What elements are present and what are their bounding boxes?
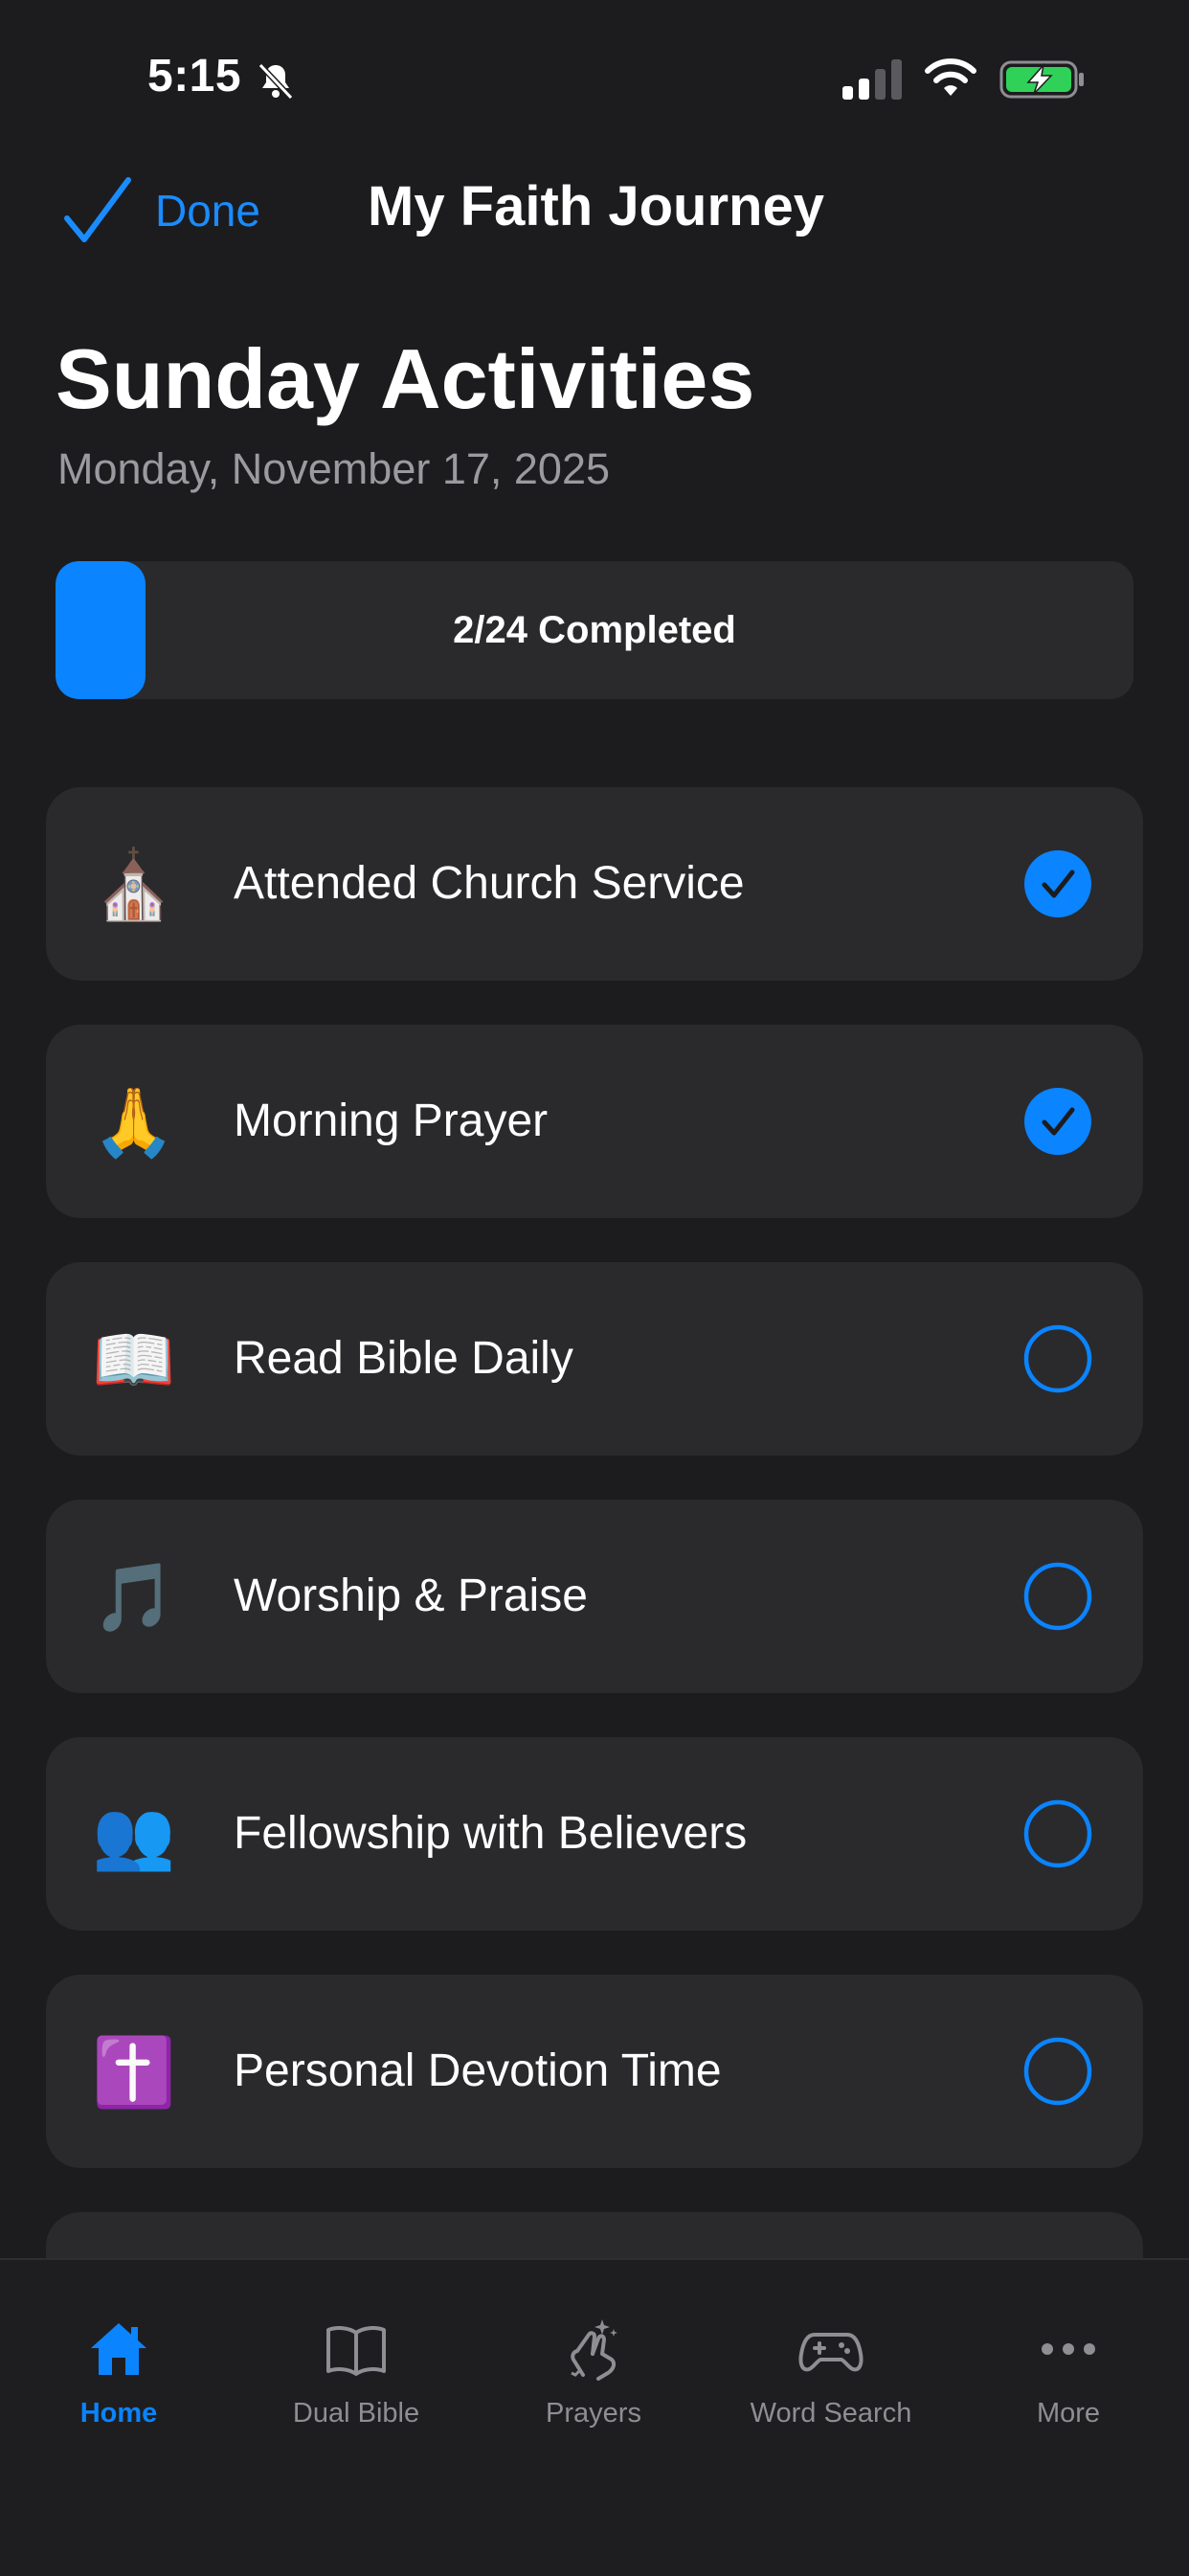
cross-icon: ✝️ [92, 2033, 176, 2112]
activity-row[interactable]: 🎵 Worship & Praise [46, 1500, 1143, 1693]
tab-word-search[interactable]: Word Search [712, 2316, 950, 2440]
wifi-icon [925, 58, 976, 96]
praying-hands-icon: 🙏 [92, 1083, 176, 1162]
activity-row[interactable]: ✝️ Personal Devotion Time [46, 1975, 1143, 2168]
status-bar: 5:15 [0, 0, 1189, 153]
bell-slash-icon [258, 62, 294, 101]
unchecked-checkbox-icon[interactable] [1022, 1323, 1093, 1394]
house-icon [91, 2323, 146, 2375]
checked-checkbox-icon[interactable] [1022, 848, 1093, 919]
progress-label: 2/24 Completed [453, 609, 736, 651]
tab-label: More [1036, 2398, 1101, 2429]
activity-row[interactable]: 🙏 Morning Prayer [46, 1025, 1143, 1218]
unchecked-checkbox-icon[interactable] [1022, 1561, 1093, 1632]
checkmark-icon [64, 177, 131, 242]
activity-label: Morning Prayer [234, 1096, 549, 1146]
book-icon [326, 2326, 386, 2376]
unchecked-checkbox-icon[interactable] [1022, 2036, 1093, 2107]
gamepad-icon [798, 2333, 864, 2372]
ellipsis-icon [1042, 2343, 1095, 2355]
tab-bar: Home Dual Bible Prayers Word Search More [0, 2258, 1189, 2576]
done-label: Done [155, 186, 260, 236]
tab-more[interactable]: More [950, 2316, 1187, 2440]
activity-label: Personal Devotion Time [234, 2045, 722, 2096]
tab-label: Dual Bible [292, 2398, 420, 2429]
activity-list: ⛪ Attended Church Service 🙏 Morning Pray… [46, 787, 1143, 2212]
cellular-signal-icon [842, 59, 902, 100]
tab-home[interactable]: Home [0, 2316, 237, 2440]
praying-hands-icon [571, 2319, 617, 2381]
page-date: Monday, November 17, 2025 [57, 444, 611, 493]
tab-label: Word Search [750, 2398, 912, 2429]
activity-label: Worship & Praise [234, 1570, 588, 1621]
checked-checkbox-icon[interactable] [1022, 1086, 1093, 1157]
activity-label: Attended Church Service [234, 858, 745, 909]
activity-row[interactable]: 👥 Fellowship with Believers [46, 1737, 1143, 1931]
nav-title: My Faith Journey [368, 175, 824, 237]
tab-dual-bible[interactable]: Dual Bible [237, 2316, 475, 2440]
tab-label: Home [79, 2398, 158, 2429]
open-book-icon: 📖 [92, 1321, 176, 1399]
activity-row[interactable]: 📖 Read Bible Daily [46, 1262, 1143, 1456]
church-icon: ⛪ [92, 846, 176, 924]
page-title: Sunday Activities [56, 331, 755, 426]
tab-prayers[interactable]: Prayers [475, 2316, 712, 2440]
activity-label: Read Bible Daily [234, 1333, 573, 1384]
people-icon: 👥 [92, 1796, 176, 1874]
activity-label: Fellowship with Believers [234, 1808, 748, 1859]
tab-label: Prayers [546, 2398, 641, 2429]
battery-charging-icon [999, 60, 1084, 99]
done-button[interactable]: Done [61, 172, 260, 249]
activity-row[interactable]: ⛪ Attended Church Service [46, 787, 1143, 981]
music-notes-icon: 🎵 [92, 1558, 176, 1637]
status-time: 5:15 [147, 51, 242, 102]
unchecked-checkbox-icon[interactable] [1022, 1798, 1093, 1869]
progress-bar: 2/24 Completed [56, 561, 1133, 699]
